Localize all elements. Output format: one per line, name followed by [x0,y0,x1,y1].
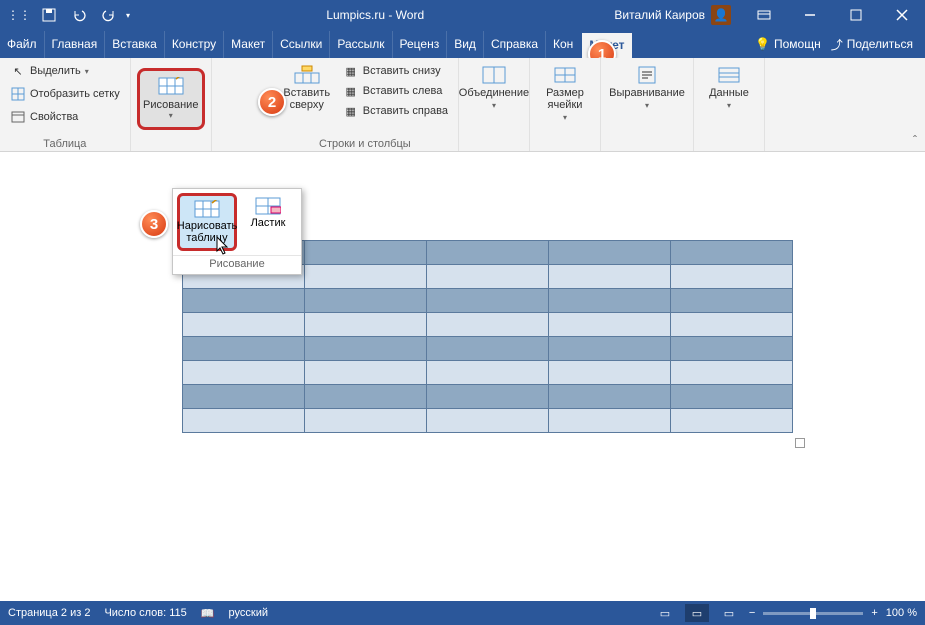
word-count[interactable]: Число слов: 115 [104,607,186,619]
drawing-dropdown-button[interactable]: Рисование ▾ [137,68,205,130]
ribbon-group-cellsize: Размер ячейки▾ [530,58,601,151]
ribbon-group-alignment: Выравнивание▾ [601,58,694,151]
eraser-item[interactable]: Ластик [239,193,297,251]
insert-above-button[interactable]: Вставить сверху [278,61,336,136]
minimize-button[interactable] [787,0,833,30]
insert-below-button[interactable]: ▦Вставить снизу [339,61,452,81]
page-indicator[interactable]: Страница 2 из 2 [8,607,90,619]
tab-insert[interactable]: Вставка [105,31,165,58]
window-title: Lumpics.ru - Word [136,8,614,22]
grid-icon [10,86,26,102]
zoom-out-button[interactable]: − [749,607,755,619]
table-row [183,361,793,385]
spellcheck-icon[interactable]: 📖 [201,607,215,620]
ribbon-mode-icon[interactable] [741,0,787,30]
properties-icon [10,109,26,125]
draw-table-icon [158,77,184,97]
cursor-icon: ↖ [10,63,26,79]
merge-button[interactable]: Объединение▾ [465,61,523,136]
drawing-popup: Нарисовать таблицу Ластик Рисование [172,188,302,275]
user-avatar: 👤 [711,5,731,25]
table-row [183,313,793,337]
tab-view[interactable]: Вид [447,31,484,58]
group-label-table: Таблица [6,136,124,150]
print-layout-button[interactable]: ▭ [685,604,709,622]
alignment-icon [631,65,663,85]
zoom-in-button[interactable]: + [871,607,877,619]
insert-right-icon: ▦ [343,103,359,119]
insert-left-button[interactable]: ▦Вставить слева [339,81,452,101]
callout-2: 2 [258,88,286,116]
table-row [183,337,793,361]
draw-table-icon [194,200,220,220]
save-icon[interactable] [36,2,62,28]
ribbon-group-drawing: Рисование ▾ [131,58,212,151]
draw-table-item[interactable]: Нарисовать таблицу [177,193,237,251]
tab-file[interactable]: Файл [0,31,45,58]
user-account[interactable]: Виталий Каиров 👤 [614,5,741,25]
group-label-rows-cols: Строки и столбцы [278,136,452,150]
ribbon-group-data: Данные▾ [694,58,765,151]
data-button[interactable]: Данные▾ [700,61,758,136]
table-row [183,385,793,409]
table-row [183,289,793,313]
user-name: Виталий Каиров [614,8,705,22]
tab-review[interactable]: Реценз [393,31,448,58]
title-bar: ⋮⋮ ▾ Lumpics.ru - Word Виталий Каиров 👤 [0,0,925,30]
share-icon: ⤴ [831,36,843,53]
control-menu-icon[interactable]: ⋮⋮ [6,2,32,28]
web-layout-button[interactable]: ▭ [717,604,741,622]
tab-help[interactable]: Справка [484,31,546,58]
tab-layout[interactable]: Макет [224,31,273,58]
insert-below-icon: ▦ [343,63,359,79]
collapse-ribbon-icon[interactable]: ˆ [913,133,917,147]
eraser-icon [255,197,281,217]
table-row [183,409,793,433]
insert-left-icon: ▦ [343,83,359,99]
tab-table-design[interactable]: Кон [546,31,580,58]
language-indicator[interactable]: русский [229,607,268,619]
ribbon-group-merge: Объединение▾ [459,58,530,151]
tab-mailings[interactable]: Рассылк [330,31,392,58]
tab-home[interactable]: Главная [45,31,106,58]
share-button[interactable]: ⤴Поделиться [831,36,913,53]
alignment-button[interactable]: Выравнивание▾ [607,61,687,136]
select-button[interactable]: ↖Выделить▾ [6,61,124,81]
tab-design[interactable]: Констру [165,31,224,58]
data-icon [713,65,745,85]
lightbulb-icon: 💡 [755,37,770,51]
insert-right-button[interactable]: ▦Вставить справа [339,101,452,121]
callout-3: 3 [140,210,168,238]
ribbon-group-table: ↖Выделить▾ Отобразить сетку Свойства Таб… [0,58,131,151]
close-button[interactable] [879,0,925,30]
ribbon-tabs: Файл Главная Вставка Констру Макет Ссылк… [0,30,925,58]
zoom-slider[interactable] [763,612,863,615]
merge-icon [478,65,510,85]
quick-access-toolbar: ⋮⋮ ▾ [0,2,136,28]
ribbon: ↖Выделить▾ Отобразить сетку Свойства Таб… [0,58,925,152]
maximize-button[interactable] [833,0,879,30]
tab-references[interactable]: Ссылки [273,31,330,58]
status-bar: Страница 2 из 2 Число слов: 115 📖 русски… [0,601,925,625]
tell-me[interactable]: 💡Помощн [755,37,821,51]
cell-size-icon [549,65,581,85]
redo-icon[interactable] [96,2,122,28]
window-controls [741,0,925,30]
read-mode-button[interactable]: ▭ [653,604,677,622]
cell-size-button[interactable]: Размер ячейки▾ [536,61,594,136]
undo-icon[interactable] [66,2,92,28]
ribbon-group-rows-cols: Вставить сверху ▦Вставить снизу ▦Вставит… [272,58,459,151]
zoom-level[interactable]: 100 % [886,607,917,619]
insert-above-icon [291,65,323,85]
properties-button[interactable]: Свойства [6,107,124,127]
show-grid-button[interactable]: Отобразить сетку [6,84,124,104]
table-resize-handle[interactable] [795,438,805,448]
document-area [0,152,925,601]
popup-group-label: Рисование [173,255,301,272]
